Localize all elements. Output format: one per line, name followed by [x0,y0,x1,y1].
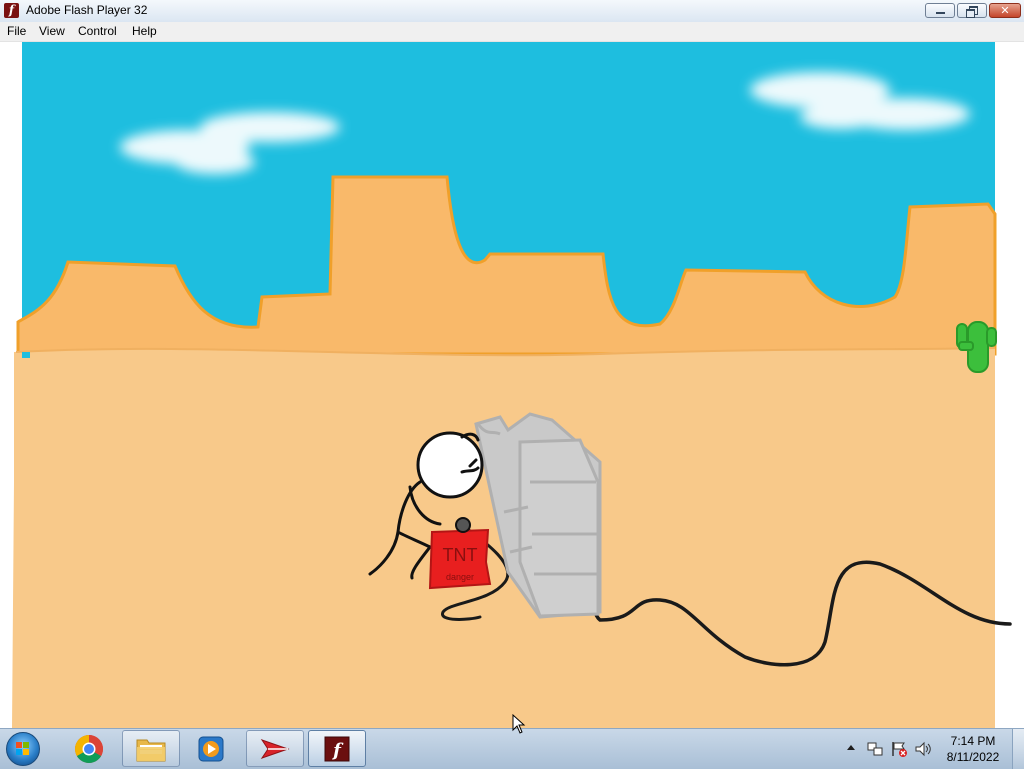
paper-plane-icon [260,738,290,759]
tnt-label: TNT [443,545,478,565]
close-button[interactable]: ✕ [989,3,1021,18]
tnt-sublabel: danger [446,572,474,582]
show-hidden-icons-icon[interactable] [846,743,856,753]
menu-view[interactable]: View [39,24,65,38]
show-desktop-button[interactable] [1012,729,1024,769]
network-icon[interactable] [866,740,884,758]
taskbar-arrow-app[interactable] [246,730,304,767]
flash-stage[interactable]: TNT danger [0,42,1024,728]
close-icon: ✕ [1000,4,1010,17]
window-title: Adobe Flash Player 32 [26,3,148,17]
taskbar-flash-player[interactable]: f [308,730,366,767]
clock-date[interactable]: 8/11/2022 [930,750,1016,764]
taskbar-file-explorer[interactable] [122,730,180,767]
minimize-button[interactable] [925,3,955,18]
menu-file[interactable]: File [7,24,26,38]
flash-player-icon: f [4,3,19,18]
menu-help[interactable]: Help [132,24,157,38]
window-title-bar[interactable]: f Adobe Flash Player 32 ✕ [0,0,1024,23]
mouse-cursor-icon [512,714,526,734]
game-scene[interactable]: TNT danger [0,42,1024,728]
restore-button[interactable] [957,3,987,18]
detonator-plunger [455,517,471,533]
taskbar-media-player[interactable] [182,730,240,767]
action-center-flag-icon[interactable] [890,740,908,758]
clock-time[interactable]: 7:14 PM [930,734,1016,748]
flash-player-icon: f [324,736,350,761]
windows-logo-icon [16,742,30,756]
media-player-icon [198,736,224,761]
start-button[interactable] [6,732,40,766]
taskbar-chrome[interactable] [60,730,118,767]
chrome-icon [75,734,103,763]
menu-control[interactable]: Control [78,24,117,38]
menu-bar: File View Control Help [0,22,1024,42]
folder-icon [136,739,166,761]
taskbar: f 7:14 PM 8/11/2022 [0,728,1024,769]
